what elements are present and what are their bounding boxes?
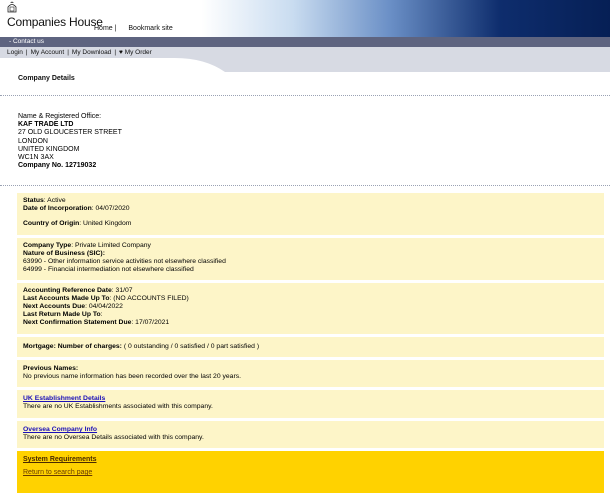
- divider: [0, 185, 610, 186]
- system-requirements-link[interactable]: System Requirements: [23, 456, 598, 463]
- ard-label: Accounting Reference Date: [23, 287, 112, 294]
- last-return-label: Last Return Made Up To: [23, 311, 101, 318]
- company-type-label: Company Type: [23, 242, 72, 249]
- account-nav: Login | My Account | My Download | ♥ My Order: [0, 47, 610, 58]
- uk-establishment-link[interactable]: UK Establishment Details: [23, 395, 105, 402]
- mortgage-label: Mortgage: Number of charges:: [23, 343, 122, 350]
- nav-separator: |: [25, 48, 28, 56]
- previous-names-text: No previous name information has been re…: [23, 373, 241, 380]
- oversea-company-link[interactable]: Oversea Company Info: [23, 426, 97, 433]
- oversea-box: Oversea Company Info There are no Overse…: [17, 421, 604, 448]
- my-download-link[interactable]: My Download: [72, 49, 111, 56]
- uk-establishment-text: There are no UK Establishments associate…: [23, 403, 213, 410]
- next-confirmation-label: Next Confirmation Statement Due: [23, 319, 132, 326]
- mortgage-value: ( 0 outstanding / 0 satisfied / 0 part s…: [121, 343, 260, 350]
- accounts-box: Accounting Reference Date: 31/07 Last Ac…: [17, 283, 604, 334]
- last-accounts-label: Last Accounts Made Up To: [23, 295, 110, 302]
- contact-us-link[interactable]: - Contact us: [9, 38, 44, 45]
- page-title: Company Details: [18, 75, 75, 82]
- royal-crest-icon: [7, 1, 17, 13]
- last-return-value: :: [100, 311, 103, 318]
- home-link[interactable]: Home |: [94, 25, 116, 32]
- nature-of-business-label: Nature of Business (SIC):: [23, 250, 105, 257]
- incorporation-label: Date of Incorporation: [23, 205, 92, 212]
- company-type-box: Company Type: Private Limited Company Na…: [17, 238, 604, 280]
- sic-code: 63990 - Other information service activi…: [23, 258, 226, 265]
- incorporation-value: : 04/07/2020: [91, 205, 130, 212]
- footer-links-box: System Requirements Return to search pag…: [17, 451, 604, 493]
- address-line: LONDON: [18, 137, 48, 145]
- site-header: Companies House Home | Bookmark site: [0, 0, 610, 37]
- nav-separator: |: [114, 48, 117, 56]
- sic-code: 64999 - Financial intermediation not els…: [23, 266, 194, 273]
- companies-house-logo[interactable]: Companies House: [7, 15, 103, 29]
- address-line: WC1N 3AX: [18, 154, 54, 162]
- registered-office: Name & Registered Office: KAF TRADE LTD …: [18, 113, 122, 170]
- company-type-value: : Private Limited Company: [71, 242, 151, 249]
- last-accounts-value: : (NO ACCOUNTS FILED): [109, 295, 189, 302]
- divider: [0, 95, 610, 96]
- address-line: UNITED KINGDOM: [18, 145, 80, 153]
- nav-separator: |: [67, 48, 69, 56]
- company-number-label: Company No.: [18, 162, 64, 170]
- next-accounts-value: : 04/04/2022: [85, 303, 123, 310]
- cart-icon[interactable]: ♥: [119, 49, 123, 56]
- next-confirmation-value: : 17/07/2021: [131, 319, 170, 326]
- company-number-value: 12719032: [65, 162, 97, 170]
- status-value: : Active: [43, 197, 66, 204]
- return-to-search-link[interactable]: Return to search page: [23, 469, 598, 476]
- ard-value: : 31/07: [111, 287, 133, 294]
- header-curve-decoration: [0, 58, 610, 72]
- login-link[interactable]: Login: [7, 49, 23, 56]
- company-number: Company No. 12719032: [18, 162, 122, 170]
- my-order-link[interactable]: My Order: [125, 49, 152, 56]
- company-name: KAF TRADE LTD: [18, 121, 74, 129]
- previous-names-label: Previous Names:: [23, 365, 79, 372]
- oversea-text: There are no Oversea Details associated …: [23, 434, 204, 441]
- previous-names-box: Previous Names: No previous name informa…: [17, 360, 604, 387]
- uk-establishment-box: UK Establishment Details There are no UK…: [17, 390, 604, 418]
- mortgage-box: Mortgage: Number of charges: ( 0 outstan…: [17, 337, 604, 357]
- country-value: : United Kingdom: [79, 220, 132, 227]
- next-accounts-label: Next Accounts Due: [23, 303, 86, 310]
- address-line: 27 OLD GLOUCESTER STREET: [18, 129, 122, 137]
- my-account-link[interactable]: My Account: [31, 49, 65, 56]
- status-box: Status: Active Date of Incorporation: 04…: [17, 193, 604, 235]
- header-links: Home | Bookmark site: [94, 25, 183, 32]
- registered-office-label: Name & Registered Office:: [18, 113, 102, 120]
- country-label: Country of Origin: [23, 220, 80, 227]
- bookmark-site-link[interactable]: Bookmark site: [128, 25, 172, 32]
- contact-bar: - Contact us: [0, 37, 610, 47]
- status-label: Status: [23, 197, 44, 204]
